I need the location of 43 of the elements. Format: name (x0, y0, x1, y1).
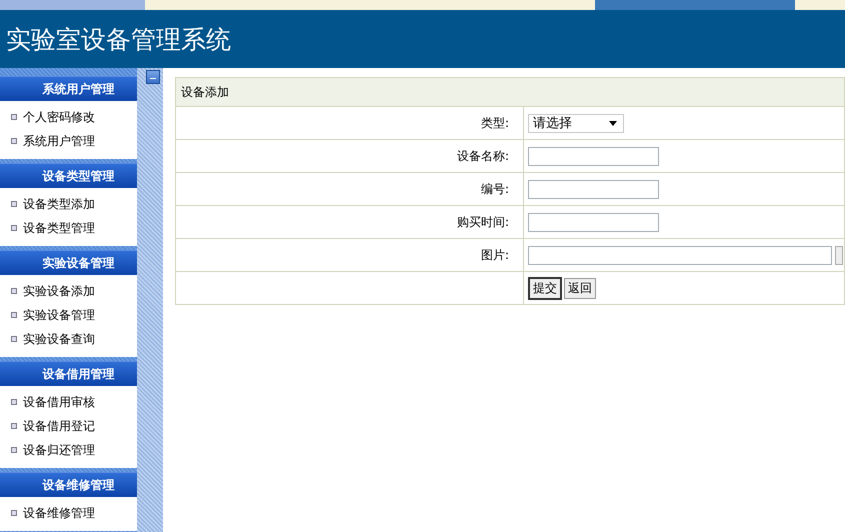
sidebar-item[interactable]: 设备借用审核 (0, 390, 137, 414)
sidebar-section-title: 设备维修管理 (0, 472, 137, 497)
field-label: 编号: (480, 182, 509, 196)
square-bullet-icon (11, 399, 17, 405)
form-title: 设备添加 (176, 78, 844, 106)
sidebar-item[interactable]: 设备归还管理 (0, 438, 137, 462)
square-bullet-icon (11, 225, 17, 231)
square-bullet-icon (11, 201, 17, 207)
collapse-button[interactable] (146, 70, 160, 84)
square-bullet-icon (11, 423, 17, 429)
sidebar-item[interactable]: 设备类型添加 (0, 192, 137, 216)
type-dropdown[interactable]: 请选择 (528, 114, 624, 132)
field-label: 图片: (480, 248, 509, 262)
sidebar-section-title: 系统用户管理 (0, 76, 137, 101)
back-button[interactable]: 返回 (564, 278, 596, 298)
dropdown-caret-icon (609, 120, 617, 126)
square-bullet-icon (11, 114, 17, 120)
square-bullet-icon (11, 510, 17, 516)
sidebar-item[interactable]: 设备借用登记 (0, 414, 137, 438)
sidebar-item[interactable]: 系统用户管理 (0, 129, 137, 153)
square-bullet-icon (11, 138, 17, 144)
file-path-field[interactable] (528, 246, 832, 264)
field-label: 购买时间: (456, 214, 509, 228)
field-label: 设备名称: (456, 148, 509, 162)
sidebar-section-title: 设备借用管理 (0, 361, 137, 386)
sidebar-item[interactable]: 设备类型管理 (0, 216, 137, 240)
sidebar-section-title: 设备类型管理 (0, 163, 137, 188)
input-field[interactable] (528, 180, 659, 198)
sidebar-section-title: 实验设备管理 (0, 250, 137, 275)
submit-button[interactable]: 提交 (528, 276, 562, 300)
system-title: 实验室设备管理系统 (6, 24, 231, 56)
sidebar-item[interactable]: 实验设备查询 (0, 327, 137, 351)
input-field[interactable] (528, 212, 659, 232)
browse-button[interactable] (835, 246, 843, 264)
sidebar-item[interactable]: 个人密码修改 (0, 105, 137, 129)
square-bullet-icon (11, 312, 17, 318)
sidebar-item[interactable]: 实验设备管理 (0, 303, 137, 327)
square-bullet-icon (11, 336, 17, 342)
square-bullet-icon (11, 447, 17, 453)
field-label: 类型: (480, 116, 509, 130)
input-field[interactable] (528, 146, 659, 166)
sidebar-item[interactable]: 实验设备添加 (0, 279, 137, 303)
square-bullet-icon (11, 288, 17, 294)
